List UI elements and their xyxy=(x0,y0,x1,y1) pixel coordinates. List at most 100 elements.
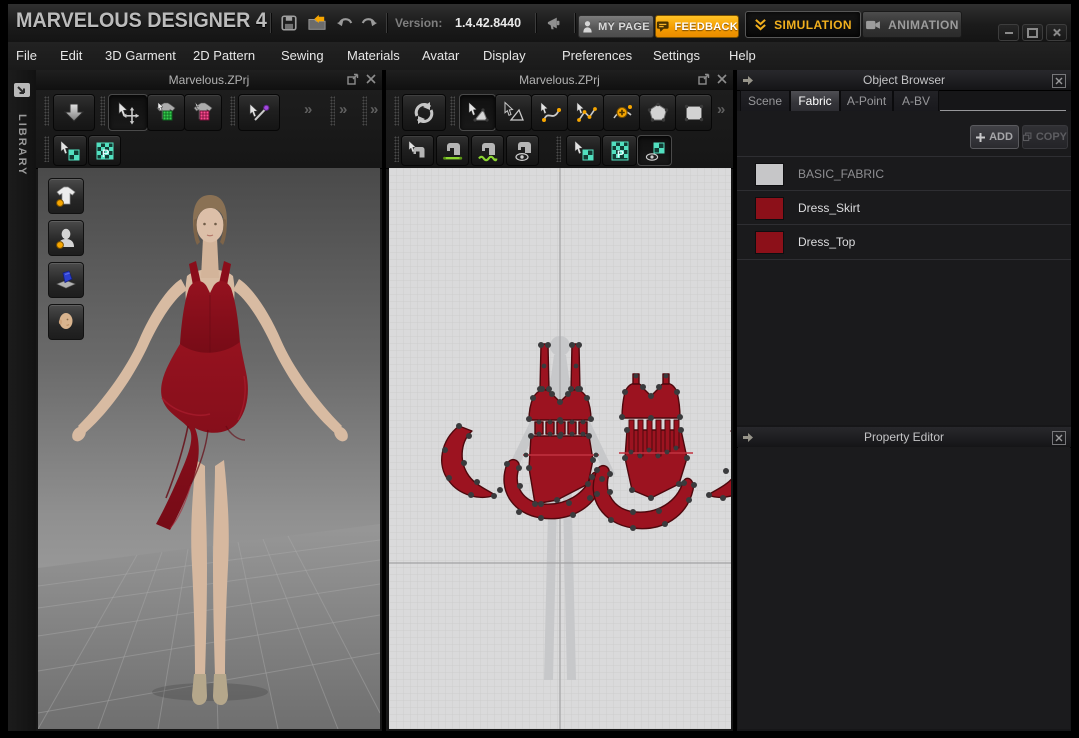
fabric-name: Dress_Top xyxy=(798,235,855,249)
tab-a-point[interactable]: A-Point xyxy=(840,90,893,111)
edit-curvature-tool-button[interactable] xyxy=(531,94,568,131)
toolbar-grip[interactable] xyxy=(556,136,561,162)
menu-edit[interactable]: Edit xyxy=(60,48,82,63)
fabric-row-dress-skirt[interactable]: Dress_Skirt xyxy=(737,190,1071,225)
tab-scene[interactable]: Scene xyxy=(740,90,790,111)
viewport-2d-canvas[interactable] xyxy=(389,168,731,729)
viewport-3d-canvas[interactable] xyxy=(38,168,380,729)
menu-avatar[interactable]: Avatar xyxy=(422,48,459,63)
edit-texture-2d-button[interactable] xyxy=(566,135,601,166)
simulation-mode-button[interactable]: SIMULATION xyxy=(745,11,861,38)
toolbar-overflow[interactable]: » xyxy=(370,101,378,118)
undo-button[interactable] xyxy=(334,12,356,34)
plus-icon xyxy=(976,133,985,142)
person-icon xyxy=(582,20,593,33)
segment-sewing-tool-button[interactable] xyxy=(436,135,469,166)
toolbar-grip[interactable] xyxy=(44,136,49,162)
separator xyxy=(574,13,575,33)
close-panel-icon[interactable] xyxy=(716,73,728,85)
version-label: Version: xyxy=(395,16,442,30)
create-polygon-tool-button[interactable] xyxy=(639,94,676,131)
sync-panels-button[interactable] xyxy=(402,94,446,131)
animation-mode-button[interactable]: ANIMATION xyxy=(862,11,962,38)
menu-3d-garment[interactable]: 3D Garment xyxy=(105,48,176,63)
toolbar-overflow[interactable]: » xyxy=(339,101,347,118)
my-page-button[interactable]: MY PAGE xyxy=(578,15,654,38)
pattern-texture-2d-button[interactable]: P xyxy=(602,135,637,166)
library-tab[interactable] xyxy=(13,82,31,98)
feedback-label: FEEDBACK xyxy=(674,21,738,33)
segment-sewing-icon xyxy=(442,140,464,162)
open-button[interactable] xyxy=(306,12,328,34)
edit-curve-point-tool-button[interactable] xyxy=(567,94,604,131)
cursor-triangle-filled-icon xyxy=(466,101,490,125)
tab-fabric[interactable]: Fabric xyxy=(790,90,840,111)
show-fabric-button[interactable] xyxy=(48,262,84,298)
toolbar-overflow[interactable]: » xyxy=(304,101,312,118)
menu-display[interactable]: Display xyxy=(483,48,526,63)
edit-pattern-tool-button[interactable] xyxy=(495,94,532,131)
redo-button[interactable] xyxy=(358,12,380,34)
copy-icon xyxy=(1023,132,1032,142)
toolbar-grip[interactable] xyxy=(330,96,335,126)
show-avatar-button[interactable] xyxy=(48,220,84,256)
toolbar-grip[interactable] xyxy=(394,96,399,126)
menu-materials[interactable]: Materials xyxy=(347,48,400,63)
show-sewing-tool-button[interactable] xyxy=(506,135,539,166)
library-label[interactable]: LIBRARY xyxy=(16,114,28,176)
save-button[interactable] xyxy=(278,12,300,34)
pattern-2d-scene xyxy=(389,168,731,729)
toolbar-grip[interactable] xyxy=(394,136,399,162)
object-browser-header[interactable]: Object Browser xyxy=(737,70,1071,91)
gizmo-wand-tool-button[interactable] xyxy=(238,94,280,131)
fabric-row-dress-top[interactable]: Dress_Top xyxy=(737,224,1071,260)
minimize-button[interactable] xyxy=(998,24,1019,41)
edit-texture-3d-button[interactable] xyxy=(53,135,87,166)
panel-3d-toolbar: » » » P xyxy=(36,90,382,169)
property-editor-title: Property Editor xyxy=(864,430,944,444)
announcement-button[interactable] xyxy=(544,12,566,34)
close-panel-icon[interactable] xyxy=(365,73,377,85)
drop-garment-arrow-button[interactable] xyxy=(53,94,95,131)
create-rectangle-tool-button[interactable] xyxy=(675,94,712,131)
menu-help[interactable]: Help xyxy=(729,48,756,63)
panel-2d-titlebar: Marvelous.ZPrj xyxy=(386,70,733,91)
toolbar-overflow[interactable]: » xyxy=(717,101,725,118)
copy-fabric-button[interactable]: COPY xyxy=(1022,125,1068,149)
show-garment-button[interactable] xyxy=(48,178,84,214)
toolbar-grip[interactable] xyxy=(100,96,105,126)
dock-arrow-icon xyxy=(742,432,754,443)
fabric-swatch xyxy=(755,163,784,186)
close-property-editor-button[interactable] xyxy=(1052,431,1066,445)
show-avatar-skin-button[interactable] xyxy=(48,304,84,340)
free-sewing-tool-button[interactable] xyxy=(471,135,504,166)
show-texture-button[interactable] xyxy=(637,135,672,166)
toolbar-grip[interactable] xyxy=(44,96,49,126)
close-button[interactable] xyxy=(1046,24,1067,41)
fabric-row-basic-fabric[interactable]: BASIC_FABRIC xyxy=(737,156,1071,191)
menu-settings[interactable]: Settings xyxy=(653,48,700,63)
tab-a-bv[interactable]: A-BV xyxy=(893,90,939,111)
add-point-tool-button[interactable] xyxy=(603,94,640,131)
menu-preferences[interactable]: Preferences xyxy=(562,48,632,63)
menu-file[interactable]: File xyxy=(16,48,37,63)
feedback-button[interactable]: FEEDBACK xyxy=(655,15,739,38)
close-icon xyxy=(1055,77,1063,85)
menu-2d-pattern[interactable]: 2D Pattern xyxy=(193,48,255,63)
popout-icon[interactable] xyxy=(698,73,710,85)
select-move-tool-button[interactable] xyxy=(108,94,148,131)
property-editor-header[interactable]: Property Editor xyxy=(737,427,1071,448)
toolbar-grip[interactable] xyxy=(230,96,235,126)
select-mesh-tool-button[interactable] xyxy=(147,94,185,131)
popout-icon[interactable] xyxy=(347,73,359,85)
toolbar-grip[interactable] xyxy=(362,96,367,126)
edit-sewing-tool-button[interactable] xyxy=(401,135,434,166)
pin-mesh-tool-button[interactable] xyxy=(184,94,222,131)
close-object-browser-button[interactable] xyxy=(1052,74,1066,88)
maximize-button[interactable] xyxy=(1022,24,1043,41)
menu-sewing[interactable]: Sewing xyxy=(281,48,324,63)
add-fabric-button[interactable]: ADD xyxy=(970,125,1019,149)
toolbar-grip[interactable] xyxy=(450,96,455,126)
transform-pattern-tool-button[interactable] xyxy=(459,94,496,131)
pattern-texture-3d-button[interactable]: P xyxy=(88,135,121,166)
